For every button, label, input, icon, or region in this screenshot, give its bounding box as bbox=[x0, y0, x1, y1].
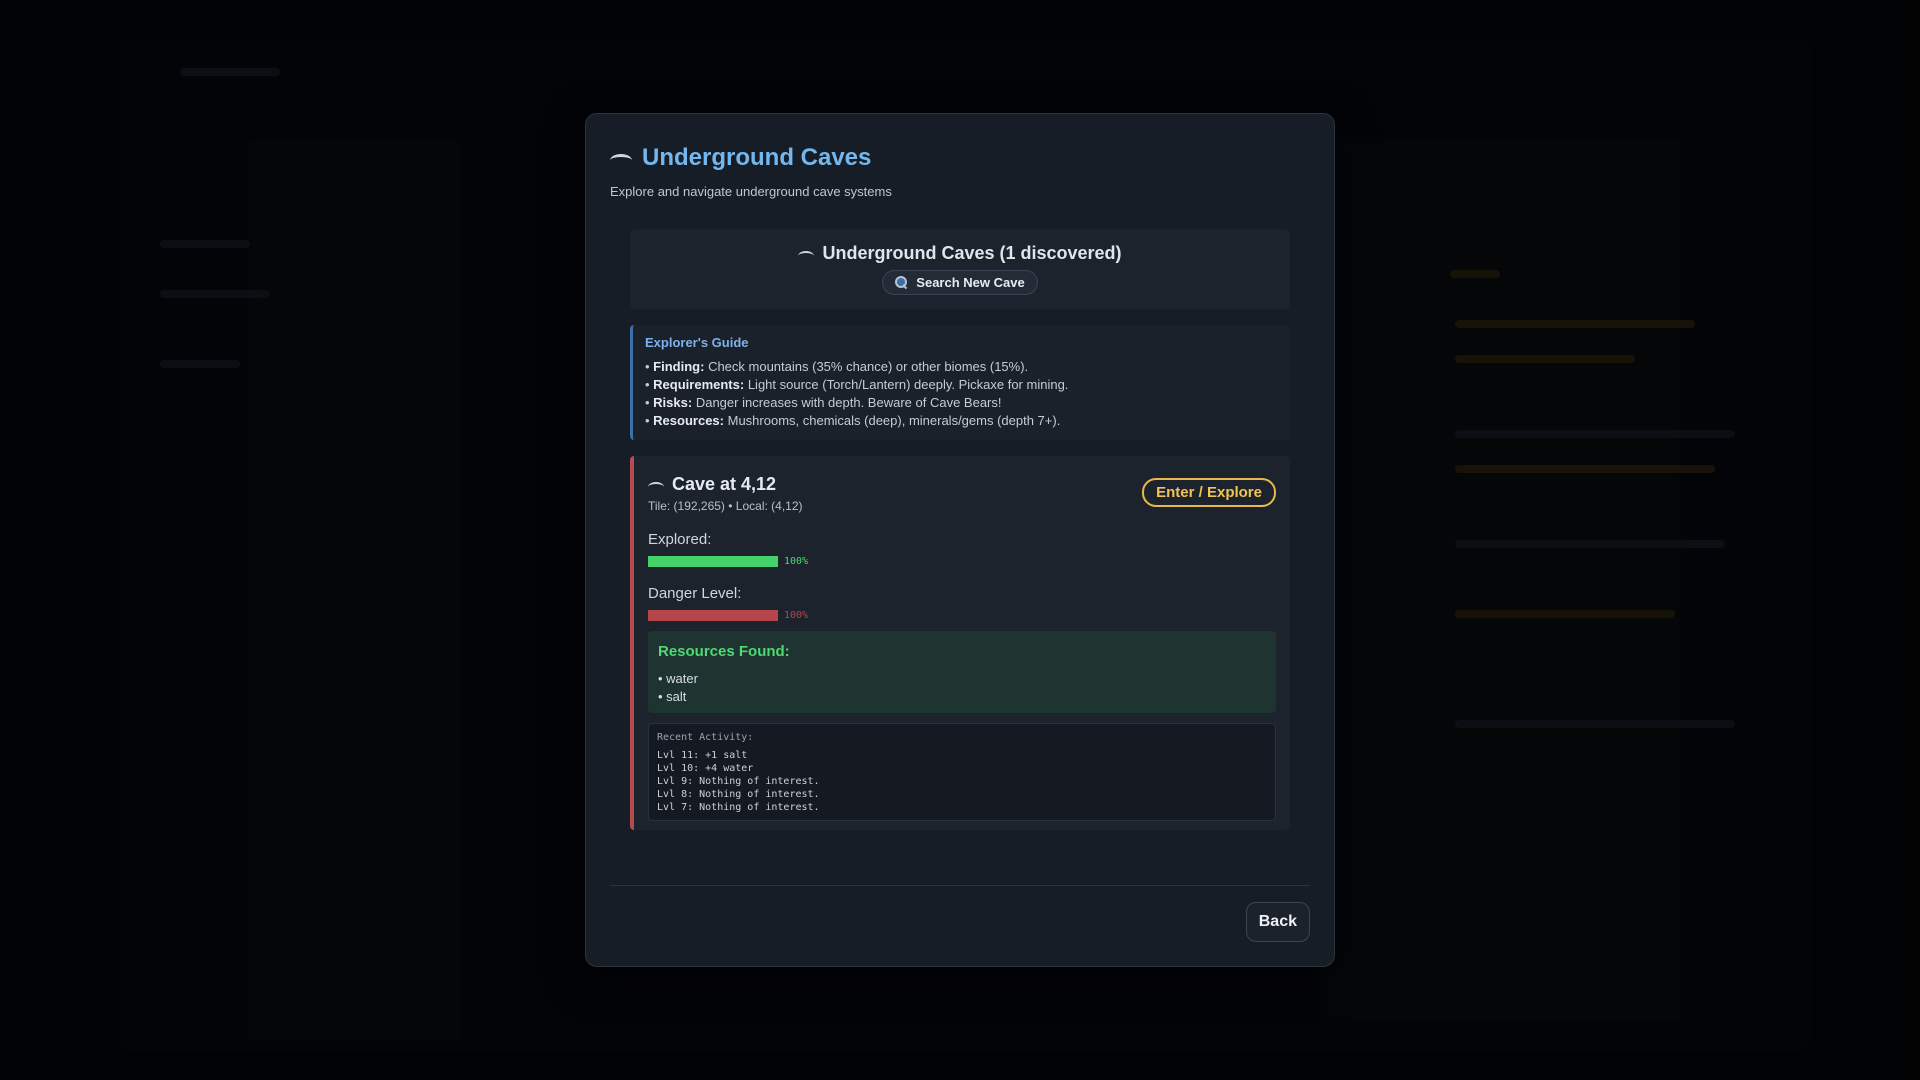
footer-divider bbox=[610, 885, 1310, 886]
enter-explore-button[interactable]: Enter / Explore bbox=[1142, 478, 1276, 507]
resource-item: • salt bbox=[658, 689, 687, 704]
activity-line: Lvl 10: +4 water bbox=[657, 763, 754, 774]
guide-item: • Risks: Danger increases with depth. Be… bbox=[645, 395, 1002, 410]
resources-found-panel: Resources Found: • water • salt bbox=[648, 631, 1276, 713]
cave-card: Cave at 4,12 Tile: (192,265) • Local: (4… bbox=[630, 456, 1290, 830]
caves-count-label: Underground Caves (1 discovered) bbox=[822, 243, 1122, 263]
resources-title: Resources Found: bbox=[658, 643, 790, 660]
danger-progress: 100% bbox=[648, 610, 1276, 621]
recent-activity-log: Recent Activity: Lvl 11: +1 salt Lvl 10:… bbox=[648, 723, 1276, 821]
explorers-guide: Explorer's Guide • Finding: Check mounta… bbox=[630, 325, 1290, 440]
explored-percent: 100% bbox=[784, 556, 809, 567]
danger-percent: 100% bbox=[784, 610, 809, 621]
danger-label: Danger Level: bbox=[648, 585, 742, 602]
resource-item: • water bbox=[658, 671, 698, 686]
explored-bar-fill bbox=[648, 556, 778, 567]
cave-icon bbox=[610, 152, 632, 164]
explored-progress: 100% bbox=[648, 556, 1276, 567]
guide-item: • Resources: Mushrooms, chemicals (deep)… bbox=[645, 413, 1061, 428]
danger-bar-fill bbox=[648, 610, 778, 621]
search-new-cave-label: Search New Cave bbox=[916, 275, 1025, 290]
search-new-cave-button[interactable]: Search New Cave bbox=[882, 270, 1038, 295]
activity-line: Lvl 11: +1 salt bbox=[657, 750, 748, 761]
modal-subtitle: Explore and navigate underground cave sy… bbox=[610, 184, 892, 199]
danger-bar bbox=[648, 610, 778, 621]
cave-icon bbox=[648, 480, 664, 489]
explored-label: Explored: bbox=[648, 531, 712, 548]
activity-line: Lvl 8: Nothing of interest. bbox=[657, 789, 820, 800]
modal-title: Underground Caves bbox=[642, 144, 872, 171]
activity-line: Lvl 7: Nothing of interest. bbox=[657, 802, 820, 813]
back-button[interactable]: Back bbox=[1245, 902, 1310, 942]
underground-caves-modal: Underground Caves Explore and navigate u… bbox=[585, 113, 1335, 967]
cave-icon bbox=[798, 249, 815, 258]
modal-header: Underground Caves bbox=[610, 144, 1310, 172]
guide-item: • Requirements: Light source (Torch/Lant… bbox=[645, 377, 1069, 392]
activity-title: Recent Activity: bbox=[657, 732, 754, 743]
guide-item: • Finding: Check mountains (35% chance) … bbox=[645, 359, 1029, 374]
magnifier-icon bbox=[895, 276, 908, 289]
activity-line: Lvl 9: Nothing of interest. bbox=[657, 776, 820, 787]
explored-bar bbox=[648, 556, 778, 567]
guide-title: Explorer's Guide bbox=[645, 335, 749, 350]
cave-name: Cave at 4,12 bbox=[672, 474, 777, 494]
caves-summary-panel: Underground Caves (1 discovered) Search … bbox=[630, 229, 1290, 309]
